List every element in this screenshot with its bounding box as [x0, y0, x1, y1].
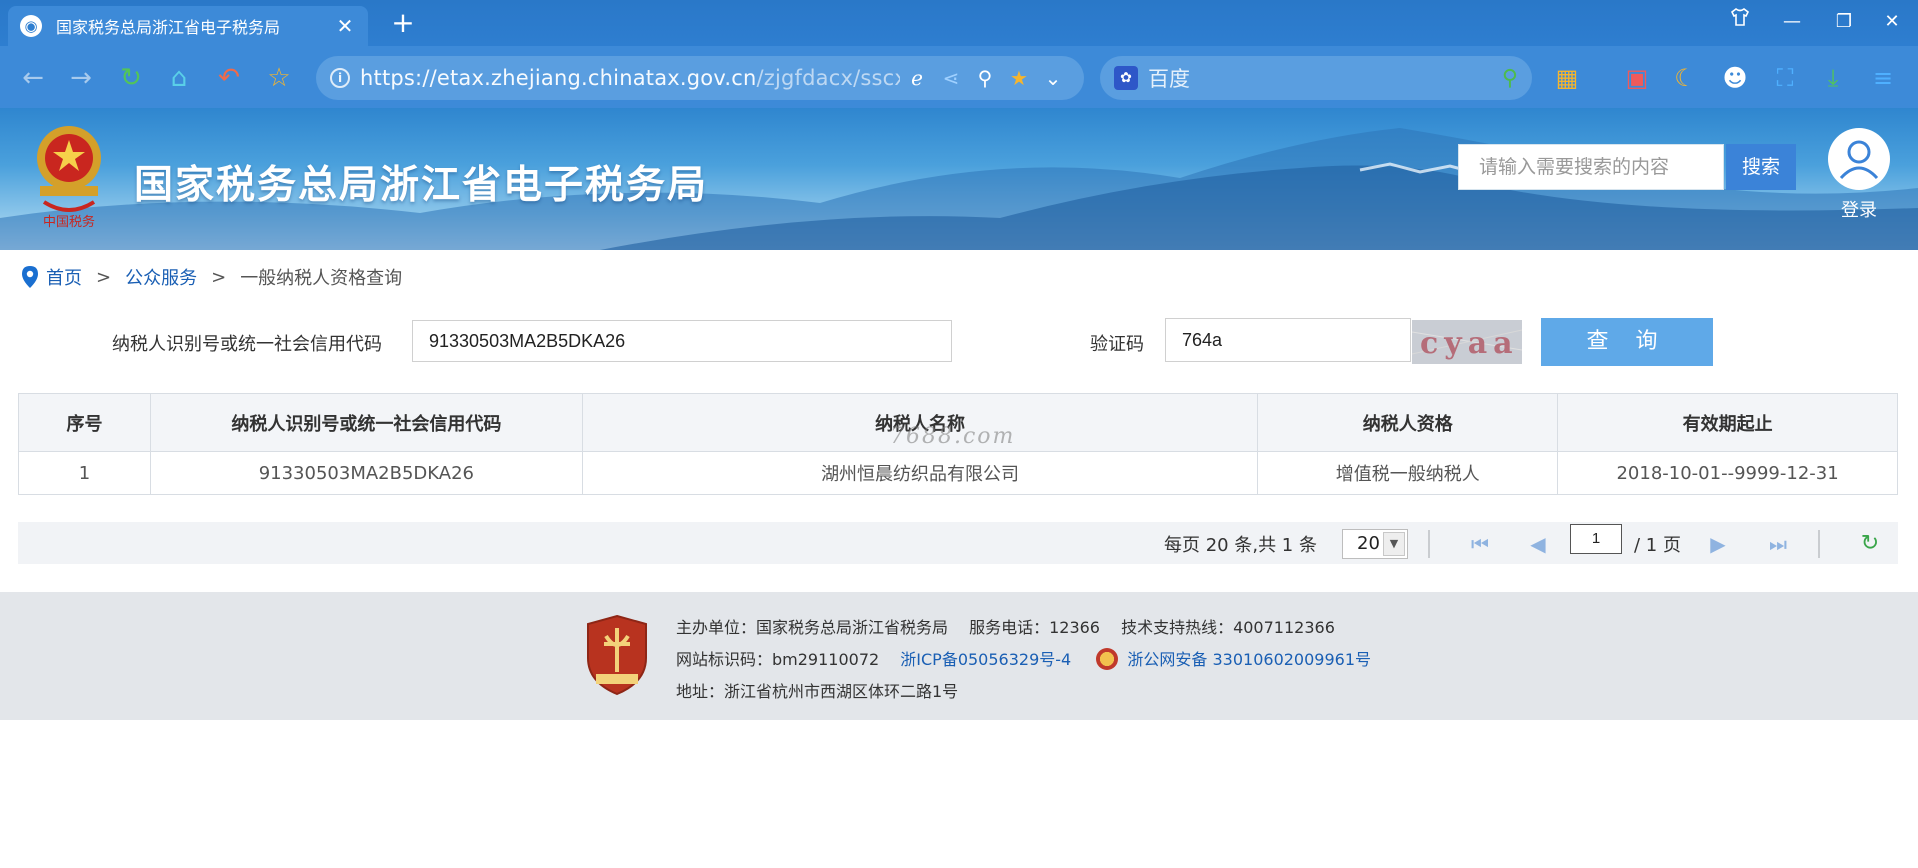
breadcrumb-public-services[interactable]: 公众服务: [125, 264, 197, 290]
total-pages: / 1 页: [1634, 535, 1681, 556]
footer-icp-link[interactable]: 浙ICP备05056329号-4: [900, 650, 1071, 669]
col-header-taxpayer-code: 纳税人识别号或统一社会信用代码: [149, 393, 583, 452]
watermark-text: 7688.com: [890, 424, 1016, 449]
cell-taxpayer-code: 91330503MA2B5DKA26: [149, 451, 583, 495]
last-page-icon[interactable]: ⏭: [1764, 530, 1792, 558]
pager-divider: [1428, 530, 1430, 558]
captcha-label: 验证码: [1090, 334, 1144, 355]
page-size-select[interactable]: 20 ▼: [1342, 529, 1408, 559]
night-mode-icon[interactable]: ☾: [1668, 61, 1702, 95]
login-link[interactable]: 登录: [1828, 196, 1890, 222]
location-pin-icon: [22, 266, 38, 288]
footer-address: 地址：浙江省杭州市西湖区体环二路1号: [676, 682, 959, 701]
cell-validity: 2018-10-01--9999-12-31: [1557, 451, 1898, 495]
first-page-icon[interactable]: ⏮: [1466, 530, 1494, 558]
ie-mode-icon[interactable]: ℯ: [900, 66, 934, 90]
breadcrumb-current: 一般纳税人资格查询: [240, 268, 403, 289]
site-title: 国家税务总局浙江省电子税务局: [134, 163, 709, 208]
site-header: 中国税务 国家税务总局浙江省电子税务局 请输入需要搜索的内容 搜索 登录: [0, 108, 1918, 250]
captcha-image[interactable]: cyaa: [1412, 320, 1522, 364]
globe-icon: ◉: [20, 15, 42, 37]
captcha-input[interactable]: 764a: [1165, 318, 1411, 362]
login-avatar[interactable]: [1828, 128, 1890, 190]
prev-page-icon[interactable]: ◀: [1524, 530, 1552, 558]
cell-taxpayer-name: 湖州恒晨纺织品有限公司: [581, 451, 1259, 495]
close-tab-icon[interactable]: ✕: [334, 14, 356, 38]
page-size-value: 20: [1357, 533, 1380, 554]
party-government-badge-icon: [587, 614, 647, 696]
address-url: https://etax.zhejiang.chinatax.gov.cn/zj…: [360, 66, 900, 90]
tab-title: 国家税务总局浙江省电子税务局: [56, 18, 281, 37]
cell-qualification: 增值税一般纳税人: [1257, 451, 1559, 495]
restore-button[interactable]: ❐: [1826, 6, 1862, 38]
captcha-text: cyaa: [1420, 326, 1519, 361]
refresh-icon[interactable]: ↻: [1856, 530, 1884, 558]
search-engine-name: 百度: [1148, 67, 1190, 91]
pdf-icon[interactable]: ▣: [1620, 61, 1654, 95]
site-info-icon[interactable]: i: [330, 68, 350, 88]
back-button[interactable]: ←: [16, 61, 50, 95]
cell-index: 1: [18, 451, 151, 495]
user-icon: [1839, 140, 1879, 180]
breadcrumb-home[interactable]: 首页: [46, 264, 82, 290]
favorites-star-icon[interactable]: ☆: [262, 61, 296, 95]
col-header-index: 序号: [18, 393, 151, 452]
footer-site-id: 网站标识码：bm29110072: [676, 650, 880, 669]
taxpayer-code-label: 纳税人识别号或统一社会信用代码: [112, 334, 382, 355]
dropdown-chevron-icon[interactable]: ⌄: [1036, 66, 1070, 90]
home-icon[interactable]: ⌂: [162, 61, 196, 95]
zoom-icon[interactable]: ⚲: [968, 66, 1002, 90]
close-window-button[interactable]: ✕: [1874, 6, 1910, 38]
browser-search-box[interactable]: ✿ 百度 ⚲: [1100, 56, 1532, 100]
chevron-down-icon: ▼: [1383, 532, 1405, 556]
next-page-icon[interactable]: ▶: [1704, 530, 1732, 558]
share-icon[interactable]: ⋖: [934, 66, 968, 90]
breadcrumb-separator: >: [96, 266, 112, 288]
breadcrumb-separator: >: [211, 266, 227, 288]
forward-button[interactable]: →: [64, 61, 98, 95]
tax-bureau-emblem-icon: 中国税务: [37, 126, 101, 230]
pagination-bar: 每页 20 条,共 1 条 20 ▼ ⏮ ◀ 1 / 1 页 ▶ ⏭ ↻: [18, 522, 1898, 564]
address-bar[interactable]: i https://etax.zhejiang.chinatax.gov.cn/…: [316, 56, 1084, 100]
browser-titlebar: ◉ 国家税务总局浙江省电子税务局 ✕ + — ❐ ✕: [0, 0, 1918, 46]
menu-icon[interactable]: ≡: [1866, 61, 1900, 95]
footer-organizer-line: 主办单位：国家税务总局浙江省税务局 服务电话：12366 技术支持热线：4007…: [676, 618, 1335, 637]
refresh-icon[interactable]: ↻: [114, 61, 148, 95]
footer-id-line: 网站标识码：bm29110072 浙ICP备05056329号-4 浙公网安备 …: [676, 646, 1371, 670]
pagination-info: 每页 20 条,共 1 条: [1164, 535, 1317, 556]
search-icon[interactable]: ⚲: [1502, 66, 1518, 91]
browser-toolbar: ← → ↻ ⌂ ↶ ☆ i https://etax.zhejiang.chin…: [0, 46, 1918, 108]
site-search-button[interactable]: 搜索: [1726, 144, 1796, 190]
assistant-robot-icon[interactable]: ☻: [1718, 61, 1752, 95]
footer-police-link[interactable]: 浙公网安备 33010602009961号: [1127, 650, 1371, 669]
baidu-paw-icon: ✿: [1114, 66, 1138, 90]
breadcrumb: 首页 > 公众服务 > 一般纳税人资格查询: [20, 264, 402, 290]
new-tab-button[interactable]: +: [388, 6, 418, 40]
undo-close-icon[interactable]: ↶: [212, 61, 246, 95]
col-header-qualification: 纳税人资格: [1257, 393, 1559, 452]
apps-grid-icon[interactable]: ▦: [1550, 61, 1584, 95]
minimize-button[interactable]: —: [1774, 6, 1810, 38]
download-icon[interactable]: ⤓: [1816, 61, 1850, 95]
site-search-input[interactable]: 请输入需要搜索的内容: [1458, 144, 1724, 190]
query-button[interactable]: 查 询: [1541, 318, 1713, 366]
site-footer: 主办单位：国家税务总局浙江省税务局 服务电话：12366 技术支持热线：4007…: [0, 592, 1918, 720]
svg-text:中国税务: 中国税务: [43, 214, 95, 230]
screenshot-icon[interactable]: ⛶: [1768, 61, 1802, 95]
skin-icon[interactable]: [1722, 6, 1758, 38]
current-page-input[interactable]: 1: [1570, 524, 1622, 554]
police-badge-icon: [1096, 648, 1119, 670]
pager-divider: [1818, 530, 1820, 558]
taxpayer-code-input[interactable]: 91330503MA2B5DKA26: [412, 320, 952, 362]
bookmark-star-icon[interactable]: ★: [1002, 66, 1036, 90]
table-row: 1 91330503MA2B5DKA26 湖州恒晨纺织品有限公司 增值税一般纳税…: [18, 451, 1898, 495]
col-header-validity: 有效期起止: [1557, 393, 1898, 452]
browser-tab[interactable]: ◉ 国家税务总局浙江省电子税务局 ✕: [8, 6, 368, 46]
